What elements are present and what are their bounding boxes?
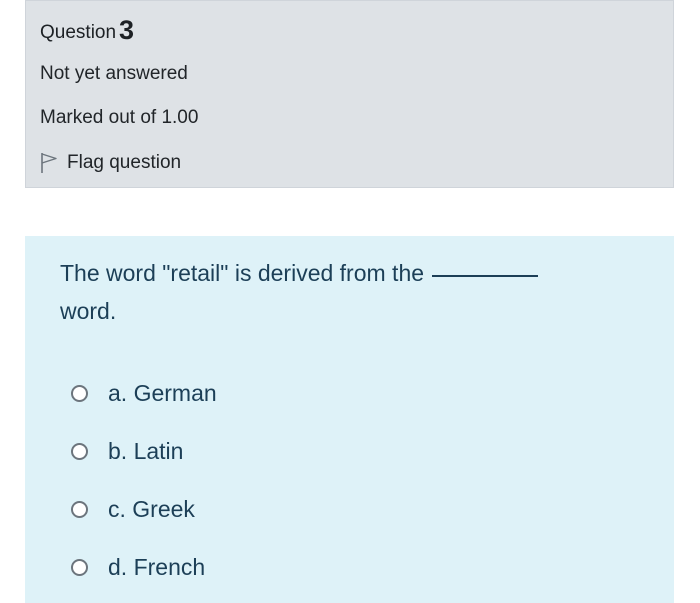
question-title: Question 3 [40, 13, 134, 50]
question-number: 3 [119, 15, 135, 45]
answer-options: a. German b. Latin c. Greek d. French [71, 364, 217, 596]
answer-option-label[interactable]: b. Latin [108, 438, 183, 465]
question-formulation: The word "retail" is derived from the wo… [25, 236, 674, 603]
question-state: Not yet answered [40, 63, 188, 84]
question-grade: Marked out of 1.00 [40, 107, 199, 128]
answer-option-d[interactable]: d. French [71, 538, 217, 596]
question-text-end: word. [60, 298, 117, 324]
radio-icon[interactable] [71, 558, 88, 576]
answer-option-b[interactable]: b. Latin [71, 422, 217, 480]
answer-option-label[interactable]: c. Greek [108, 496, 195, 523]
radio-icon[interactable] [71, 442, 88, 460]
flag-icon [41, 153, 57, 173]
radio-icon[interactable] [71, 384, 88, 402]
answer-option-c[interactable]: c. Greek [71, 480, 217, 538]
answer-option-label[interactable]: a. German [108, 380, 217, 407]
radio-icon[interactable] [71, 500, 88, 518]
flag-question-link[interactable]: Flag question [40, 150, 181, 176]
question-label: Question [40, 22, 117, 43]
answer-option-label[interactable]: d. French [108, 554, 205, 581]
question-info-panel: Question 3 Not yet answered Marked out of… [25, 0, 674, 188]
flag-question-label: Flag question [67, 152, 182, 173]
answer-blank [432, 275, 539, 277]
question-text: The word "retail" is derived from the wo… [60, 254, 600, 330]
answer-option-a[interactable]: a. German [71, 364, 217, 422]
question-text-start: The word "retail" is derived from the [60, 260, 425, 286]
